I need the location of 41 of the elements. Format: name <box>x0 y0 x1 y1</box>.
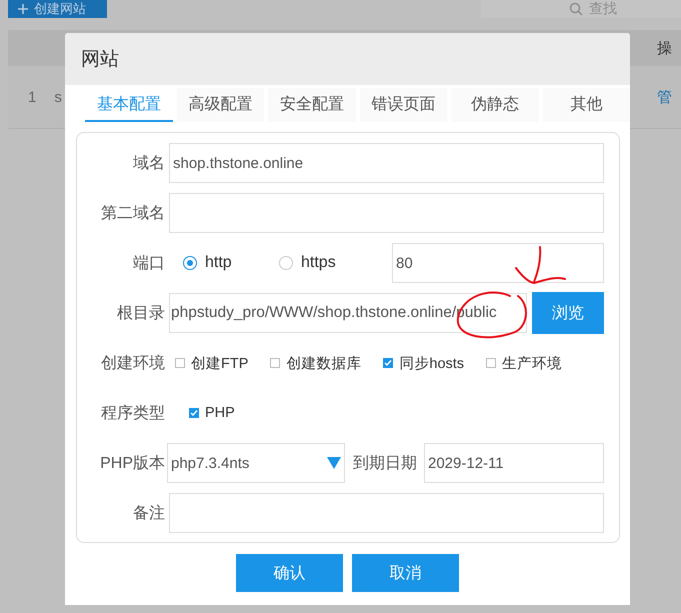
tab[interactable]: 高级配置 <box>176 88 264 122</box>
input-field[interactable]: shop.thstone.online <box>169 143 604 183</box>
field-label: 程序类型 <box>100 404 165 424</box>
field-label: 第二域名 <box>100 204 165 224</box>
checkbox-option[interactable]: 创建FTP <box>175 354 248 372</box>
plus-icon <box>18 4 28 14</box>
input-field[interactable]: 80 <box>392 243 604 283</box>
checkbox[interactable] <box>383 358 394 368</box>
input-field[interactable]: 2029-12-11 <box>424 443 604 483</box>
dialog-title: 网站 <box>81 48 119 72</box>
checkbox-option[interactable]: 同步hosts <box>383 354 464 372</box>
select-field[interactable]: php7.3.4nts <box>167 443 345 483</box>
field-label: 备注 <box>132 504 165 524</box>
radio-option[interactable]: http <box>183 254 279 272</box>
tab[interactable]: 安全配置 <box>268 88 356 122</box>
input-field[interactable] <box>169 193 604 233</box>
tab[interactable]: 其他 <box>542 88 630 122</box>
checkbox-option[interactable]: 生产环境 <box>486 354 562 372</box>
field-label: 端口 <box>132 254 165 274</box>
input-field[interactable] <box>169 493 604 533</box>
radio-option[interactable]: https <box>279 254 375 272</box>
tab[interactable]: 错误页面 <box>360 88 447 122</box>
field-label: PHP版本 <box>99 454 165 474</box>
table-cell: 1 <box>28 88 36 106</box>
radio-button[interactable] <box>183 256 197 270</box>
checkbox[interactable] <box>189 408 199 418</box>
field-label: 根目录 <box>116 304 165 324</box>
checkbox-option[interactable]: PHP <box>189 405 235 421</box>
radio-button[interactable] <box>279 256 293 270</box>
field-label: 创建环境 <box>100 354 165 374</box>
column-header: 操 <box>657 38 673 58</box>
field-label: 域名 <box>132 154 165 174</box>
tab[interactable]: 伪静态 <box>451 88 538 122</box>
checkbox[interactable] <box>270 358 280 368</box>
caret-icon <box>327 457 341 469</box>
table-cell: s <box>54 88 62 106</box>
checkbox[interactable] <box>486 358 496 368</box>
search-icon <box>569 2 583 16</box>
checkbox[interactable] <box>175 358 185 368</box>
checkbox-option[interactable]: 创建数据库 <box>270 354 362 372</box>
field-label: 到期日期 <box>353 454 417 474</box>
